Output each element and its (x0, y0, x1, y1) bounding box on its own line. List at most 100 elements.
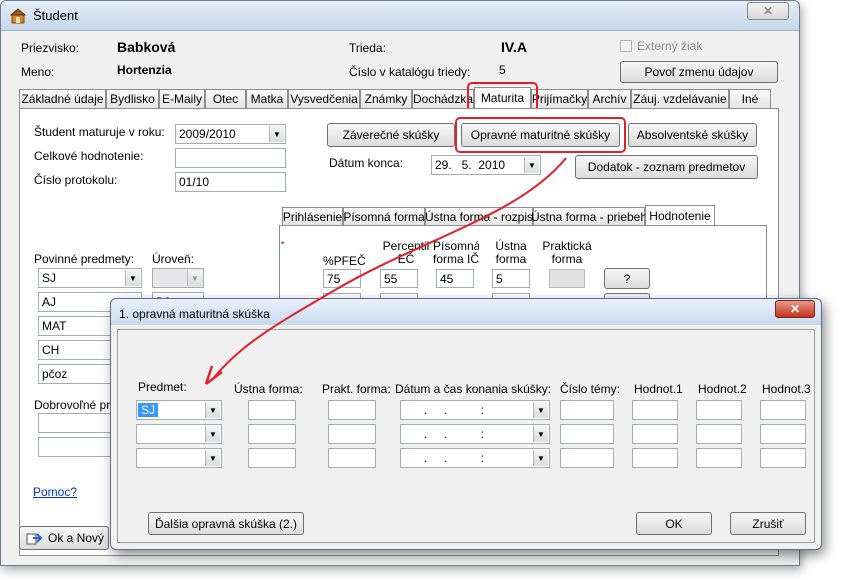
dialog-oral-input[interactable] (248, 400, 296, 420)
grid-cell[interactable]: 5 (492, 269, 530, 288)
tab-archiv[interactable]: Archív (588, 89, 631, 108)
ok-new-icon (26, 533, 42, 545)
dialog-grade3-input[interactable] (760, 424, 806, 444)
voluntary-field[interactable] (38, 437, 112, 457)
chevron-down-icon[interactable]: ▼ (187, 270, 202, 286)
overall-input[interactable] (175, 148, 286, 168)
grid-header-pfec: %PFEČ (323, 254, 366, 268)
grid-cell[interactable]: 55 (380, 269, 418, 288)
year-value: 2009/2010 (179, 127, 236, 141)
tab-ine[interactable]: Iné (729, 89, 771, 108)
graduate-exams-button[interactable]: Absolventské skúšky (628, 123, 757, 147)
tab-bydlisko[interactable]: Bydlisko (106, 89, 159, 108)
ok-new-label: Ok a Nový (48, 531, 105, 545)
window-title: Študent (33, 8, 78, 23)
dialog-oral-input[interactable] (248, 448, 296, 468)
protocol-input[interactable]: 01/10 (175, 172, 286, 192)
col-subject: Predmet: (138, 380, 187, 394)
dialog-topic-input[interactable] (560, 400, 614, 420)
final-exams-button[interactable]: Záverečné skúšky (327, 123, 455, 147)
tab-vysvedcenia[interactable]: Vysvedčenia (288, 89, 360, 108)
dialog-subject-select[interactable]: ▼ (136, 448, 222, 468)
dialog-datetime-picker[interactable]: . . : ▼ (400, 448, 550, 468)
grid-cell[interactable]: 75 (323, 269, 361, 288)
grid-cell-disabled (549, 269, 585, 288)
repair-exam-dialog: 1. opravná maturitná skúška ✕ Predmet: Ú… (110, 298, 822, 550)
ok-new-button[interactable]: Ok a Nový (19, 526, 109, 550)
next-repair-exam-button[interactable]: Ďalšia opravná skúška (2.) (148, 512, 304, 535)
class-value: IV.A (501, 39, 527, 55)
external-label: Externý žiak (637, 39, 703, 53)
subtab-prihlasenie[interactable]: Prihlásenie (282, 207, 343, 226)
dialog-ok-button[interactable]: OK (636, 512, 712, 535)
dialog-datetime-picker[interactable]: . . : ▼ (400, 400, 550, 420)
tab-znamky[interactable]: Známky (360, 89, 412, 108)
tab-prijimacky[interactable]: Prijímačky (531, 89, 588, 108)
required-marker: • (281, 238, 285, 248)
dialog-subject-select[interactable]: SJ ▼ (136, 400, 222, 420)
dialog-subject-select[interactable]: ▼ (136, 424, 222, 444)
chevron-down-icon[interactable]: ▼ (524, 157, 539, 173)
year-label: Študent maturuje v roku: (34, 125, 165, 139)
external-checkbox[interactable] (620, 40, 632, 52)
tab-zakladne-udaje[interactable]: Základné údaje (19, 89, 106, 108)
dialog-grade1-input[interactable] (632, 400, 678, 420)
chevron-down-icon[interactable]: ▼ (205, 402, 220, 418)
tab-matka[interactable]: Matka (246, 89, 288, 108)
tab-zauj-vzdelavanie[interactable]: Záuj. vzdelávanie (631, 89, 729, 108)
tab-dochadzka[interactable]: Dochádzka (412, 89, 474, 108)
dialog-grade2-input[interactable] (696, 400, 742, 420)
dialog-datetime-picker[interactable]: . . : ▼ (400, 424, 550, 444)
subtab-ustna-priebeh[interactable]: Ústna forma - priebeh (531, 207, 647, 226)
window-close-button[interactable]: ✕ (747, 2, 789, 20)
help-question-button[interactable]: ? (604, 268, 650, 289)
dialog-close-button[interactable]: ✕ (775, 300, 815, 318)
dialog-content: Predmet: Ústna forma: Prakt. forma: Dátu… (117, 329, 815, 543)
col-practical: Prakt. forma: (322, 382, 391, 396)
grid-cell[interactable]: 45 (436, 269, 474, 288)
surname-label: Priezvisko: (21, 41, 80, 55)
chevron-down-icon[interactable]: ▼ (533, 426, 548, 442)
dialog-grade1-input[interactable] (632, 448, 678, 468)
dialog-datetime-value: . . : (424, 451, 485, 465)
chevron-down-icon[interactable]: ▼ (533, 450, 548, 466)
col-grade1: Hodnot.1 (634, 382, 683, 396)
subtab-ustna-rozpis[interactable]: Ústna forma - rozpis (425, 207, 533, 226)
dialog-grade2-input[interactable] (696, 448, 742, 468)
chevron-down-icon[interactable]: ▼ (125, 270, 140, 286)
student-app-icon (10, 8, 26, 24)
catalog-label: Číslo v katalógu triedy: (349, 65, 471, 79)
dialog-practical-input[interactable] (328, 400, 376, 420)
year-select[interactable]: 2009/2010 ▼ (175, 124, 286, 144)
level-label: Úroveň: (152, 252, 195, 266)
subtab-pisomna-forma[interactable]: Písomná forma (343, 207, 425, 226)
dialog-topic-input[interactable] (560, 448, 614, 468)
voluntary-field[interactable] (38, 413, 112, 433)
subtab-hodnotenie[interactable]: Hodnotenie (645, 205, 715, 226)
tab-e-maily[interactable]: E-Maily (159, 89, 205, 108)
dialog-practical-input[interactable] (328, 424, 376, 444)
tab-otec[interactable]: Otec (205, 89, 246, 108)
dialog-oral-input[interactable] (248, 424, 296, 444)
dialog-grade3-input[interactable] (760, 400, 806, 420)
subject-select[interactable]: SJ ▼ (38, 268, 142, 288)
chevron-down-icon[interactable]: ▼ (205, 450, 220, 466)
chevron-down-icon[interactable]: ▼ (533, 402, 548, 418)
dialog-subject-value: SJ (138, 403, 159, 417)
dialog-grade1-input[interactable] (632, 424, 678, 444)
dialog-datetime-value: . . : (424, 427, 485, 441)
chevron-down-icon[interactable]: ▼ (269, 126, 284, 142)
help-link[interactable]: Pomoc? (33, 485, 77, 499)
appendix-button[interactable]: Dodatok - zoznam predmetov (575, 155, 758, 179)
chevron-down-icon[interactable]: ▼ (205, 426, 220, 442)
dialog-practical-input[interactable] (328, 448, 376, 468)
allow-edit-button[interactable]: Povoľ zmenu údajov (620, 61, 778, 83)
grid-header-ustna: Ústna forma (495, 239, 527, 266)
dialog-grade3-input[interactable] (760, 448, 806, 468)
subject-value: SJ (42, 271, 57, 285)
date-picker[interactable]: 29. 5. 2010 ▼ (431, 155, 541, 175)
dialog-cancel-button[interactable]: Zrušiť (730, 512, 806, 535)
dialog-topic-input[interactable] (560, 424, 614, 444)
dialog-grade2-input[interactable] (696, 424, 742, 444)
level-select[interactable]: ▼ (152, 268, 204, 288)
